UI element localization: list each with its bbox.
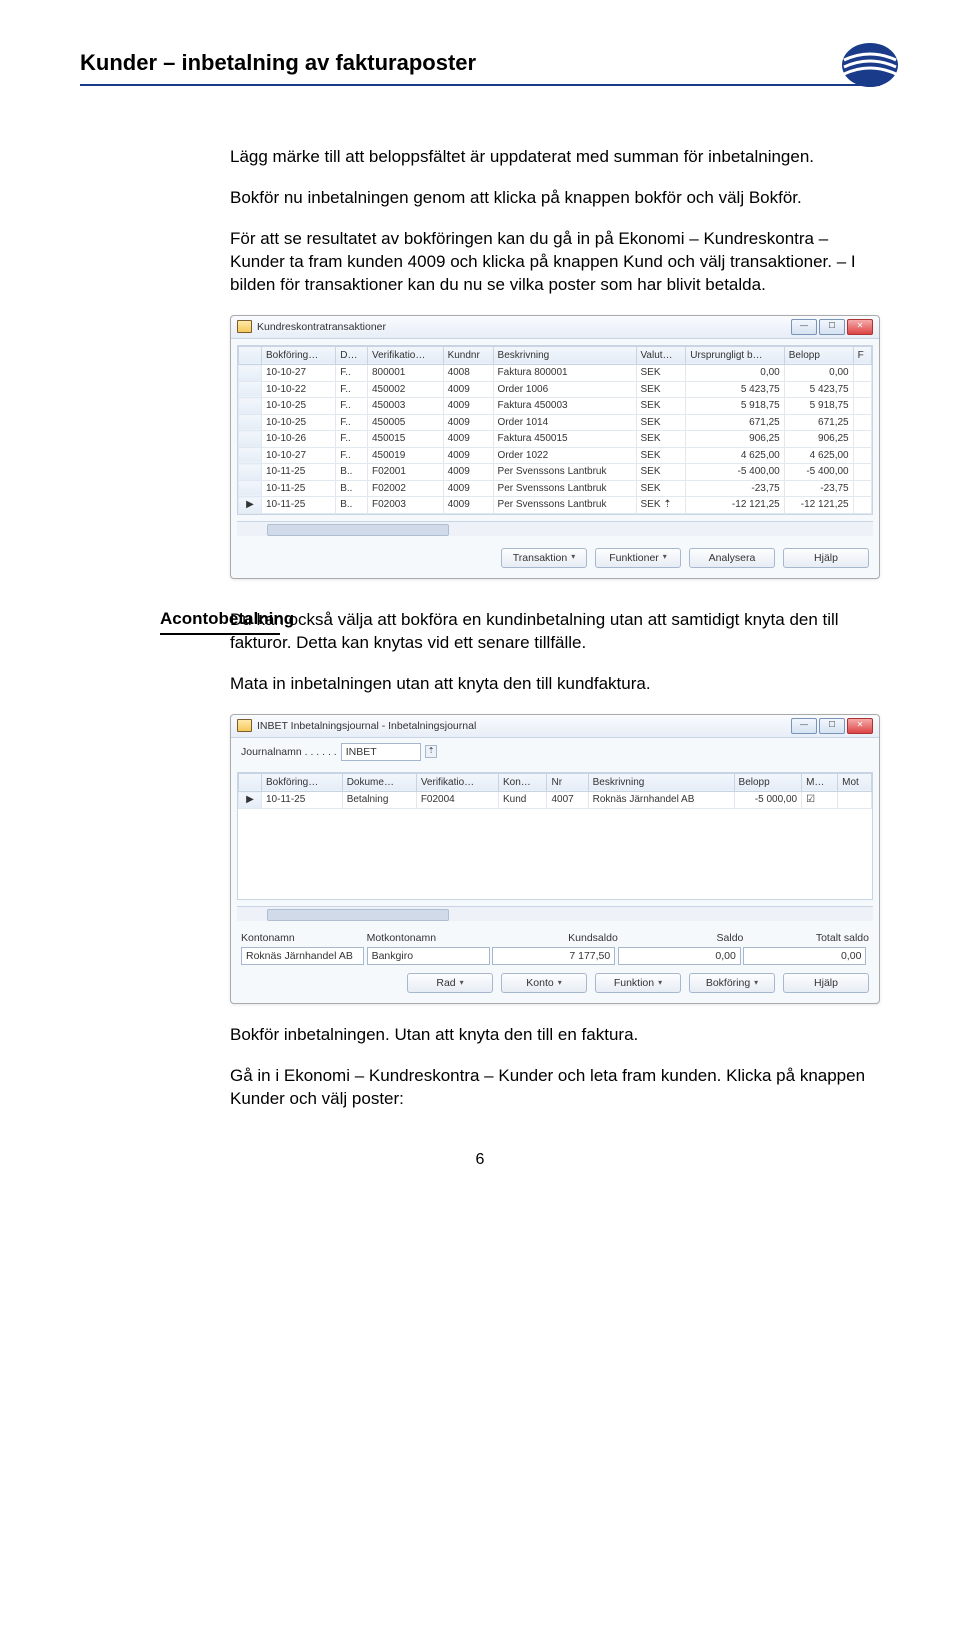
chevron-down-icon: ▾ (754, 978, 758, 989)
column-header[interactable]: Beskrivning (493, 346, 636, 365)
chevron-down-icon: ▾ (658, 978, 662, 989)
motkontonamn-label: Motkontonamn (367, 931, 493, 945)
intro-p2: Bokför nu inbetalningen genom att klicka… (230, 187, 880, 210)
column-header[interactable] (239, 773, 262, 792)
column-header[interactable]: Ursprungligt b… (686, 346, 784, 365)
table-row[interactable]: 10-11-25B..F020014009Per Svenssons Lantb… (239, 464, 872, 481)
column-header[interactable]: Dokume… (342, 773, 416, 792)
column-header[interactable]: Belopp (734, 773, 802, 792)
table-row[interactable]: 10-10-25F..4500054009Order 1014SEK671,25… (239, 414, 872, 431)
transactions-table[interactable]: Bokföring…D…Verifikatio…KundnrBeskrivnin… (238, 346, 872, 514)
window-icon (237, 719, 252, 732)
rad-button[interactable]: Rad▾ (407, 973, 493, 993)
outro-p1: Bokför inbetalningen. Utan att knyta den… (230, 1024, 880, 1047)
column-header[interactable]: Valut… (636, 346, 686, 365)
close-button[interactable]: ✕ (847, 718, 873, 734)
journal-name-label: Journalnamn . . . . . . (241, 745, 337, 759)
horizontal-scrollbar[interactable] (237, 521, 873, 536)
saldo-label: Saldo (618, 931, 744, 945)
table-row[interactable]: 10-10-26F..4500154009Faktura 450015SEK90… (239, 431, 872, 448)
bokforing-button[interactable]: Bokföring▾ (689, 973, 775, 993)
column-header[interactable]: Verifikatio… (368, 346, 444, 365)
intro-p1: Lägg märke till att beloppsfältet är upp… (230, 146, 880, 169)
column-header[interactable]: D… (336, 346, 368, 365)
help-button[interactable]: Hjälp (783, 973, 869, 993)
column-header[interactable]: Kundnr (443, 346, 493, 365)
column-header[interactable]: Bokföring… (262, 773, 343, 792)
help-button[interactable]: Hjälp (783, 548, 869, 568)
journal-table[interactable]: Bokföring…Dokume…Verifikatio…Kon…NrBeskr… (238, 773, 872, 809)
lookup-icon[interactable]: ⇡ (425, 745, 438, 758)
header-rule (80, 84, 880, 86)
minimize-button[interactable]: — (791, 718, 817, 734)
motkontonamn-value: Bankgiro (367, 947, 490, 965)
maximize-button[interactable]: ☐ (819, 718, 845, 734)
kontonamn-label: Kontonamn (241, 931, 367, 945)
page-title: Kunder – inbetalning av fakturaposter (80, 50, 880, 76)
maximize-button[interactable]: ☐ (819, 319, 845, 335)
intro-p3: För att se resultatet av bokföringen kan… (230, 228, 880, 297)
column-header[interactable]: Nr (547, 773, 588, 792)
transactions-window: Kundreskontratransaktioner — ☐ ✕ Bokföri… (230, 315, 880, 579)
column-header[interactable] (239, 346, 262, 365)
aconto-p2: Mata in inbetalningen utan att knyta den… (230, 673, 880, 696)
table-row[interactable]: ▶10-11-25B..F020034009Per Svenssons Lant… (239, 497, 872, 514)
kundsaldo-value: 7 177,50 (492, 947, 615, 965)
brand-logo (840, 40, 900, 90)
column-header[interactable]: Mot (838, 773, 872, 792)
window-title: Kundreskontratransaktioner (257, 320, 386, 334)
saldo-value: 0,00 (618, 947, 741, 965)
section-label-aconto: Acontobetalning (160, 609, 300, 635)
minimize-button[interactable]: — (791, 319, 817, 335)
chevron-down-icon: ▾ (558, 978, 562, 989)
kundsaldo-label: Kundsaldo (492, 931, 618, 945)
table-row[interactable]: ▶10-11-25BetalningF02004Kund4007Roknäs J… (239, 792, 872, 809)
table-row[interactable]: 10-10-27F..4500194009Order 1022SEK4 625,… (239, 447, 872, 464)
journal-name-field[interactable]: INBET (341, 743, 421, 761)
table-row[interactable]: 10-10-25F..4500034009Faktura 450003SEK5 … (239, 398, 872, 415)
table-row[interactable]: 10-10-22F..4500024009Order 1006SEK5 423,… (239, 381, 872, 398)
column-header[interactable]: M… (802, 773, 838, 792)
column-header[interactable]: Kon… (498, 773, 546, 792)
window-title: INBET Inbetalningsjournal - Inbetalnings… (257, 719, 476, 733)
chevron-down-icon: ▾ (663, 552, 667, 563)
totalt-value: 0,00 (743, 947, 866, 965)
chevron-down-icon: ▾ (460, 978, 464, 989)
window-titlebar: Kundreskontratransaktioner — ☐ ✕ (231, 316, 879, 339)
konto-button[interactable]: Konto▾ (501, 973, 587, 993)
column-header[interactable]: Belopp (784, 346, 853, 365)
column-header[interactable]: Beskrivning (588, 773, 734, 792)
close-button[interactable]: ✕ (847, 319, 873, 335)
journal-window: INBET Inbetalningsjournal - Inbetalnings… (230, 714, 880, 1005)
outro-p2: Gå in i Ekonomi – Kundreskontra – Kunder… (230, 1065, 880, 1111)
table-row[interactable]: 10-11-25B..F020024009Per Svenssons Lantb… (239, 480, 872, 497)
column-header[interactable]: F (853, 346, 871, 365)
funktion-button[interactable]: Funktion▾ (595, 973, 681, 993)
aconto-p1: Du kan också välja att bokföra en kundin… (230, 609, 880, 655)
horizontal-scrollbar[interactable] (237, 906, 873, 921)
page-number: 6 (80, 1151, 880, 1169)
column-header[interactable]: Verifikatio… (416, 773, 498, 792)
transaction-button[interactable]: Transaktion▾ (501, 548, 587, 568)
window-titlebar: INBET Inbetalningsjournal - Inbetalnings… (231, 715, 879, 738)
table-row[interactable]: 10-10-27F..8000014008Faktura 800001SEK0,… (239, 365, 872, 382)
kontonamn-value: Roknäs Järnhandel AB (241, 947, 364, 965)
chevron-down-icon: ▾ (571, 552, 575, 563)
column-header[interactable]: Bokföring… (262, 346, 336, 365)
totalt-label: Totalt saldo (743, 931, 869, 945)
analyze-button[interactable]: Analysera (689, 548, 775, 568)
window-icon (237, 320, 252, 333)
functions-button[interactable]: Funktioner▾ (595, 548, 681, 568)
